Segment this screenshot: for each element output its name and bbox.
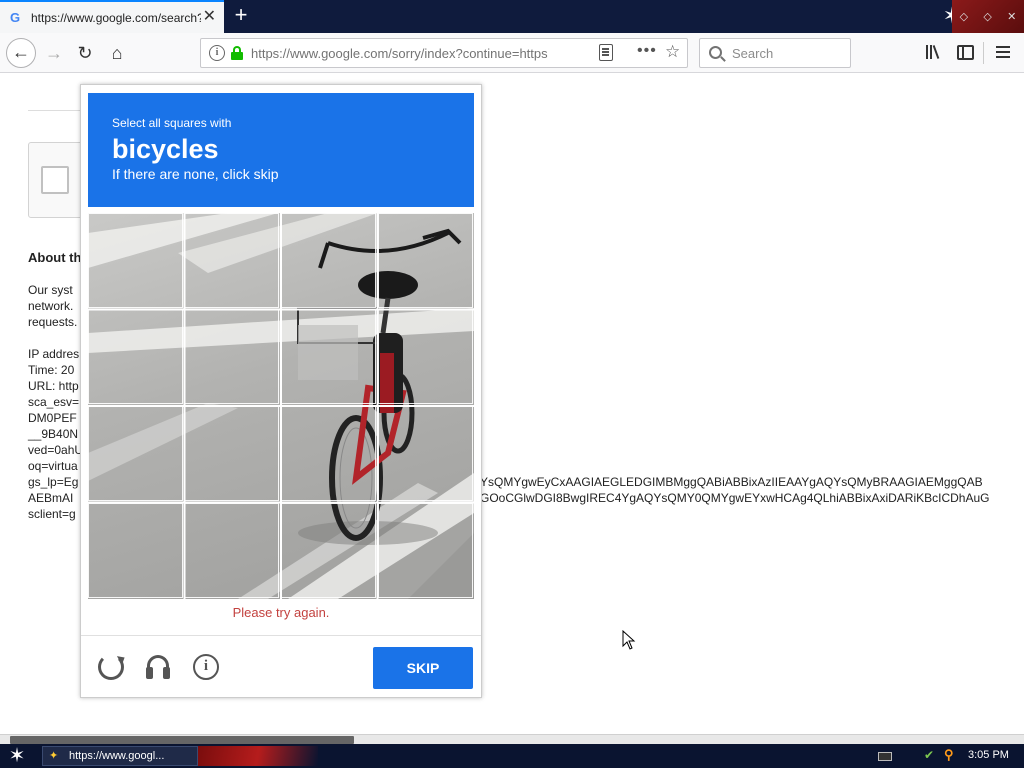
grid-tile[interactable] (378, 213, 473, 308)
taskbar-decoration (198, 746, 318, 766)
search-tray-icon[interactable]: ⚲ (944, 748, 958, 762)
challenge-footer: i SKIP (81, 635, 481, 697)
info-line: ved=0ahU (28, 443, 84, 457)
grid-tile[interactable] (281, 309, 376, 404)
url-text[interactable]: https://www.google.com/sorry/index?conti… (251, 46, 559, 61)
grid-tile[interactable] (88, 213, 183, 308)
grid-tile[interactable] (88, 503, 183, 598)
start-menu-icon[interactable]: ✶ (6, 745, 28, 767)
divider (28, 110, 88, 111)
close-tab-icon[interactable]: ✕ (203, 8, 216, 26)
skip-button[interactable]: SKIP (373, 647, 473, 689)
grid-tile[interactable] (184, 503, 279, 598)
maximize-icon[interactable]: ◇ (983, 10, 991, 23)
search-icon (709, 46, 722, 59)
keyboard-icon[interactable] (878, 752, 892, 761)
reader-view-icon[interactable] (599, 44, 613, 61)
error-message: Please try again. (232, 605, 330, 620)
lock-icon[interactable] (231, 46, 243, 60)
info-line: AEBmAI (28, 491, 74, 505)
instruction-text: Select all squares with (112, 116, 232, 130)
about-heading: About th (28, 250, 82, 265)
navigation-toolbar: ← → ↻ ⌂ i https://www.google.com/sorry/i… (0, 33, 1024, 73)
search-placeholder: Search (732, 46, 774, 61)
grid-tile[interactable] (88, 309, 183, 404)
info-line: oq=virtua (28, 459, 78, 473)
mouse-cursor-icon (622, 630, 636, 650)
site-info-icon[interactable]: i (209, 45, 225, 61)
info-line: sclient=g (28, 507, 76, 521)
challenge-header: Select all squares with bicycles If ther… (88, 93, 474, 207)
long-url-text: GOoCGlwDGI8BwgIREC4YgAQYsQMY0QMYgwEYxwHC… (480, 491, 990, 505)
grid-tile[interactable] (281, 213, 376, 308)
image-grid (88, 213, 474, 599)
body-text-line: requests. (28, 315, 78, 329)
grid-tile[interactable] (281, 406, 376, 501)
instruction-subtext: If there are none, click skip (112, 166, 279, 182)
info-line: DM0PEF (28, 411, 77, 425)
back-button[interactable]: ← (6, 38, 36, 68)
info-line: __9B40N (28, 427, 79, 441)
google-favicon-icon: G (10, 9, 21, 25)
info-line: gs_lp=Eg (28, 475, 79, 489)
library-icon[interactable] (924, 43, 944, 63)
info-line: URL: http (28, 379, 79, 393)
body-text-line: network. (28, 299, 74, 313)
page-actions-icon[interactable]: ••• (637, 42, 657, 60)
taskbar: ✶ ✦ https://www.googl... ✔ ⚲ 3:05 PM (0, 744, 1024, 768)
grid-tile[interactable] (88, 406, 183, 501)
home-button[interactable]: ⌂ (104, 41, 130, 65)
toolbar-divider (983, 42, 984, 64)
url-bar[interactable]: i https://www.google.com/sorry/index?con… (200, 38, 688, 68)
browser-app-icon: ✦ (49, 750, 59, 762)
recaptcha-checkbox[interactable] (41, 166, 69, 194)
reload-button[interactable]: ↻ (72, 41, 98, 65)
clock: 3:05 PM (968, 749, 1009, 761)
info-icon[interactable]: i (193, 654, 219, 680)
network-tray-icon[interactable]: ✔ (924, 748, 938, 762)
forward-button[interactable]: → (41, 41, 67, 65)
reload-challenge-icon[interactable] (98, 654, 124, 680)
sidebar-toggle-icon[interactable] (957, 45, 974, 60)
recaptcha-widget[interactable] (28, 142, 88, 218)
grid-tile[interactable] (378, 406, 473, 501)
long-url-text: YsQMYgwEyCxAAGIAEGLEDGIMBMggQABiABBixAzI… (480, 475, 983, 489)
info-line: sca_esv= (28, 395, 80, 409)
taskbar-item-label: https://www.googl... (69, 750, 165, 762)
info-line: IP addres (28, 347, 80, 361)
bookmark-star-icon[interactable]: ☆ (665, 42, 680, 62)
search-input[interactable]: Search (699, 38, 851, 68)
tab-title: https://www.google.com/search? (31, 10, 201, 25)
headphones-icon[interactable] (145, 654, 171, 680)
scrollbar-thumb[interactable] (10, 736, 354, 744)
grid-tile[interactable] (281, 503, 376, 598)
taskbar-window-item[interactable]: ✦ https://www.googl... (42, 746, 198, 766)
new-tab-button[interactable]: + (230, 4, 252, 28)
grid-tile[interactable] (184, 213, 279, 308)
info-line: Time: 20 (28, 363, 75, 377)
close-window-icon[interactable]: ✕ (1007, 10, 1016, 23)
target-object: bicycles (112, 134, 219, 164)
grid-tile[interactable] (378, 309, 473, 404)
hamburger-menu-icon[interactable] (996, 45, 1012, 59)
window-controls: ◇ ◇ ✕ (952, 0, 1024, 33)
horizontal-scrollbar[interactable] (0, 734, 1024, 744)
browser-tab[interactable]: G https://www.google.com/search? ✕ (0, 0, 224, 33)
tab-strip: G https://www.google.com/search? ✕ + ✶ ◇… (0, 0, 1024, 33)
grid-tile[interactable] (184, 309, 279, 404)
minimize-icon[interactable]: ◇ (960, 10, 968, 23)
recaptcha-challenge: Select all squares with bicycles If ther… (80, 84, 482, 698)
body-text-line: Our syst (28, 283, 73, 297)
grid-tile[interactable] (184, 406, 279, 501)
grid-tile[interactable] (378, 503, 473, 598)
